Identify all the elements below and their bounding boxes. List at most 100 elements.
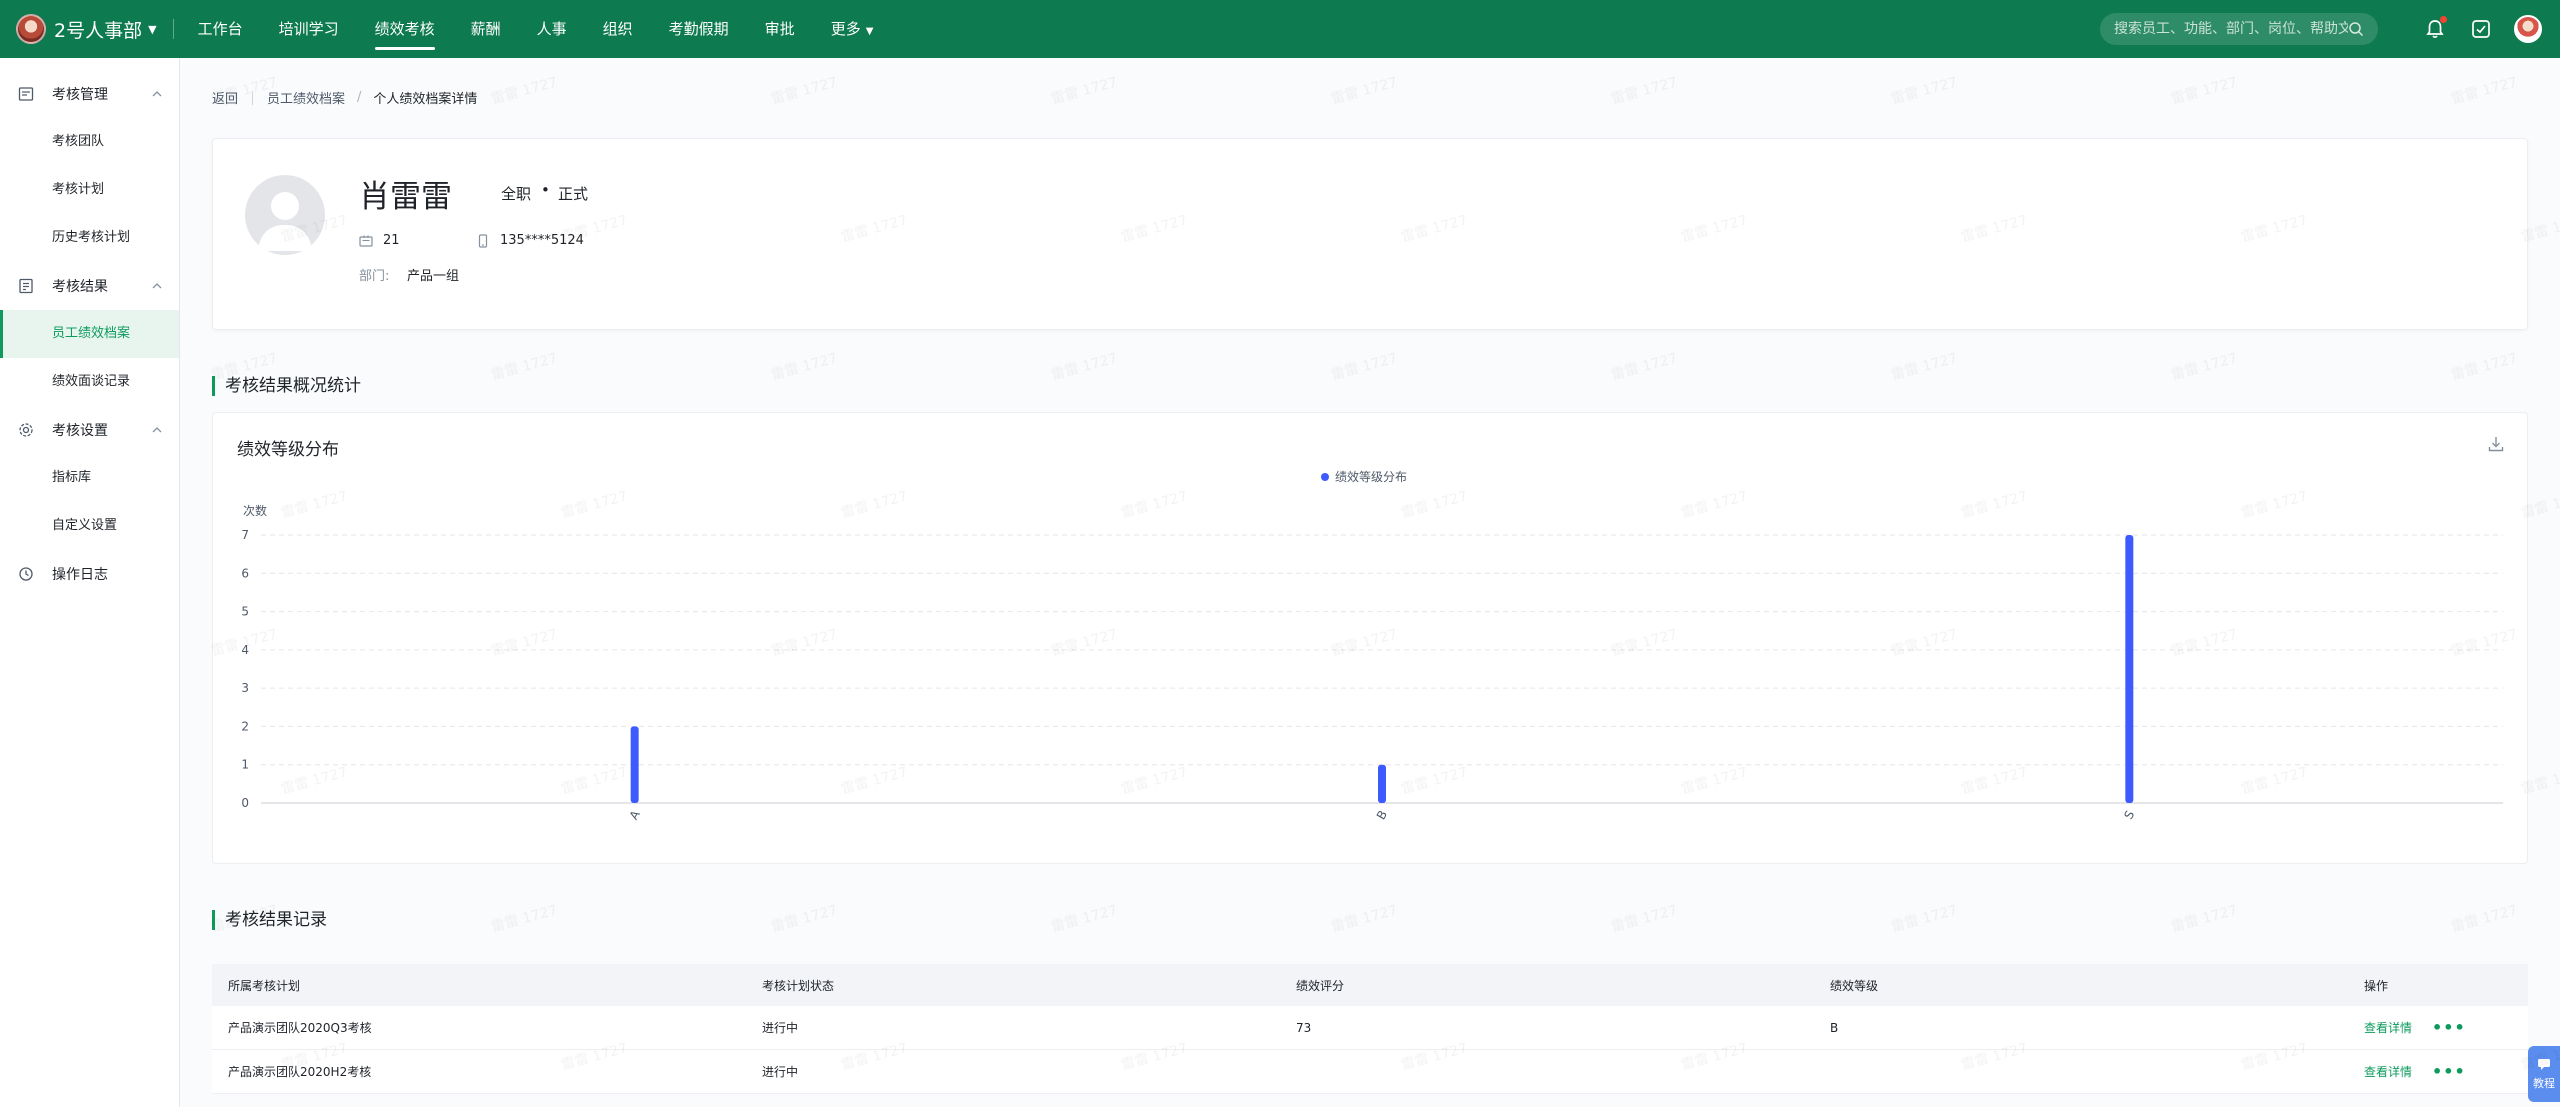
employee-no: 21 xyxy=(383,233,400,248)
bar-S xyxy=(2125,535,2134,803)
y-tick-label: 6 xyxy=(241,566,249,580)
sidebar-item-history-plan[interactable]: 历史考核计划 xyxy=(0,214,179,262)
divider xyxy=(252,90,254,105)
org-logo xyxy=(16,14,46,44)
cell-score: 73 xyxy=(1296,1020,1312,1035)
bar-B xyxy=(1378,764,1386,803)
view-details-link[interactable]: 查看详情 xyxy=(2364,1019,2412,1036)
back-link[interactable]: 返回 xyxy=(212,88,238,107)
cell-status: 进行中 xyxy=(762,1065,799,1079)
nav-training[interactable]: 培训学习 xyxy=(261,0,357,58)
table-header: 所属考核计划 考核计划状态 绩效评分 绩效等级 操作 xyxy=(212,964,2528,1006)
y-tick-label: 0 xyxy=(241,796,249,810)
sidebar-group-operation-log[interactable]: 操作日志 xyxy=(0,550,179,598)
view-details-link[interactable]: 查看详情 xyxy=(2364,1063,2412,1080)
sidebar-group-assessment-management[interactable]: 考核管理 xyxy=(0,70,179,118)
main-nav: 工作台 培训学习 绩效考核 薪酬 人事 组织 考勤假期 审批 更多 ▼ xyxy=(180,0,892,58)
result-icon xyxy=(18,278,34,294)
nav-hr[interactable]: 人事 xyxy=(519,0,585,58)
profile-card: 肖雷雷 全职 • 正式 21 135****5124 部门: 产品一组 xyxy=(212,138,2528,330)
chevron-up-icon xyxy=(151,424,163,436)
sidebar: 考核管理 考核团队 考核计划 历史考核计划 考核结果 员工绩效档案 绩效面谈记录… xyxy=(0,58,180,1107)
table-row: 产品演示团队2020Q3考核 进行中 73 B 查看详情 ••• xyxy=(212,1006,2528,1050)
section-title-records: 考核结果记录 xyxy=(212,910,327,930)
employee-avatar xyxy=(245,175,325,255)
sidebar-item-assessment-team[interactable]: 考核团队 xyxy=(0,118,179,166)
chevron-up-icon xyxy=(151,280,163,292)
search-icon[interactable] xyxy=(2348,21,2364,37)
breadcrumb-current: 个人绩效档案详情 xyxy=(373,92,478,107)
sidebar-item-interview-records[interactable]: 绩效面谈记录 xyxy=(0,358,179,406)
cell-plan: 产品演示团队2020H2考核 xyxy=(228,1065,372,1079)
y-tick-label: 1 xyxy=(241,758,249,772)
nav-approval[interactable]: 审批 xyxy=(747,0,813,58)
employee-no-row: 21 xyxy=(359,233,400,248)
top-navbar: 2号人事部 ▼ 工作台 培训学习 绩效考核 薪酬 人事 组织 考勤假期 审批 更… xyxy=(0,0,2560,58)
bell-icon[interactable] xyxy=(2422,15,2448,42)
breadcrumb: 返回 员工绩效档案 / 个人绩效档案详情 xyxy=(212,88,477,107)
notification-badge xyxy=(2439,15,2448,24)
x-tick-label: S xyxy=(2121,808,2137,822)
nav-more-label: 更多 xyxy=(830,20,861,38)
nav-more[interactable]: 更多 ▼ xyxy=(813,0,892,58)
nav-attendance[interactable]: 考勤假期 xyxy=(651,0,747,58)
nav-organization[interactable]: 组织 xyxy=(585,0,651,58)
clock-icon xyxy=(18,566,34,582)
user-avatar[interactable] xyxy=(2514,15,2542,43)
employee-name: 肖雷雷 xyxy=(359,179,452,215)
tutorial-float-button[interactable]: 教程 xyxy=(2528,1046,2560,1102)
header-score: 绩效评分 xyxy=(1296,978,1345,993)
sidebar-item-indicator-library[interactable]: 指标库 xyxy=(0,454,179,502)
separator-dot: • xyxy=(541,181,550,199)
header-actions: 操作 xyxy=(2364,978,2389,993)
breadcrumb-separator: / xyxy=(357,90,362,105)
search-input[interactable] xyxy=(2114,21,2348,37)
sidebar-group-assessment-results[interactable]: 考核结果 xyxy=(0,262,179,310)
header-grade: 绩效等级 xyxy=(1830,978,1879,993)
tutorial-label: 教程 xyxy=(2533,1077,2555,1090)
sidebar-item-assessment-plan[interactable]: 考核计划 xyxy=(0,166,179,214)
sidebar-group-label: 考核管理 xyxy=(52,87,108,103)
breadcrumb-parent[interactable]: 员工绩效档案 xyxy=(267,88,345,107)
table-row: 产品演示团队2020H2考核 进行中 查看详情 ••• xyxy=(212,1050,2528,1094)
chat-icon xyxy=(2538,1059,2550,1070)
y-tick-label: 2 xyxy=(241,719,249,733)
x-tick-label: A xyxy=(627,807,644,822)
sidebar-group-label: 考核结果 xyxy=(52,279,108,295)
y-tick-label: 4 xyxy=(241,643,249,657)
org-switcher[interactable]: 2号人事部 ▼ xyxy=(0,0,157,58)
more-actions-icon[interactable]: ••• xyxy=(2432,1062,2466,1081)
y-axis-label: 次数 xyxy=(243,503,267,518)
cell-status: 进行中 xyxy=(762,1021,799,1035)
department-label: 部门: xyxy=(359,269,390,284)
y-tick-label: 5 xyxy=(241,605,249,619)
section-title-overview: 考核结果概况统计 xyxy=(212,376,361,396)
phone-icon xyxy=(476,233,490,248)
sidebar-group-assessment-settings[interactable]: 考核设置 xyxy=(0,406,179,454)
sidebar-item-custom-settings[interactable]: 自定义设置 xyxy=(0,502,179,550)
cell-actions: 查看详情 ••• xyxy=(2348,1018,2528,1037)
chevron-up-icon xyxy=(151,88,163,100)
x-tick-label: B xyxy=(1374,808,1390,822)
nav-workbench[interactable]: 工作台 xyxy=(180,0,261,58)
header-status: 考核计划状态 xyxy=(762,978,835,993)
more-actions-icon[interactable]: ••• xyxy=(2432,1018,2466,1037)
top-actions xyxy=(2422,0,2542,58)
global-search xyxy=(2100,13,2378,45)
nav-performance[interactable]: 绩效考核 xyxy=(357,0,453,58)
bar-chart: 绩效等级分布次数 0 1 2 3 4 5 6 7 A B S xyxy=(241,469,2503,822)
main-content: 返回 员工绩效档案 / 个人绩效档案详情 肖雷雷 全职 • 正式 21 135*… xyxy=(180,58,2560,1107)
sidebar-group-label: 操作日志 xyxy=(52,567,108,583)
y-tick-label: 7 xyxy=(241,528,249,542)
phone-row: 135****5124 xyxy=(476,233,584,248)
sidebar-group-label: 考核设置 xyxy=(52,423,108,439)
cell-plan: 产品演示团队2020Q3考核 xyxy=(228,1021,372,1035)
approval-check-icon[interactable] xyxy=(2468,16,2494,42)
grade-distribution-chart-card: 绩效等级分布 绩效等级分布 次数 0 1 2 3 4 5 6 7 A B S xyxy=(212,412,2528,864)
cell-actions: 查看详情 ••• xyxy=(2348,1062,2528,1081)
employment-type: 全职 xyxy=(501,185,532,203)
header-plan: 所属考核计划 xyxy=(228,978,301,993)
sidebar-item-employee-performance-file[interactable]: 员工绩效档案 xyxy=(0,310,179,358)
department-value: 产品一组 xyxy=(407,269,460,284)
nav-salary[interactable]: 薪酬 xyxy=(453,0,519,58)
